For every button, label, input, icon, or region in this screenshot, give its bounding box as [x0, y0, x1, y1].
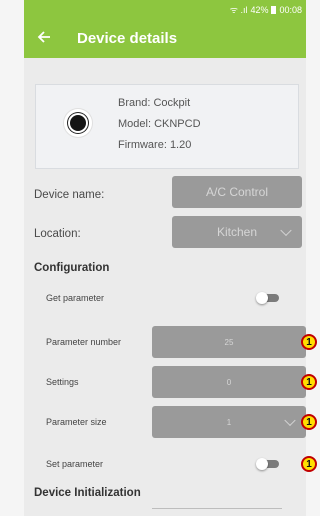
back-arrow-icon[interactable] [37, 30, 53, 48]
parameter-size-label: Parameter size [46, 417, 107, 427]
device-brand: Brand: Cockpit [118, 97, 191, 109]
parameter-size-select[interactable]: 1 [152, 406, 306, 438]
device-icon [64, 109, 92, 137]
signal-icon: ᯤ .ıl [229, 5, 248, 15]
chevron-down-icon [284, 414, 296, 427]
device-info-card: Brand: Cockpit Model: CKNPCD Firmware: 1… [35, 84, 299, 169]
battery-icon [271, 5, 277, 14]
get-parameter-label: Get parameter [46, 293, 105, 303]
annotation-badge: 1 [301, 334, 317, 350]
settings-label: Settings [46, 377, 79, 387]
phone-screen: ᯤ .ıl 42% 00:08 Device details Brand: Co… [24, 0, 306, 516]
location-select[interactable]: Kitchen [172, 216, 302, 248]
page-title: Device details [77, 30, 178, 47]
device-model: Model: CKNPCD [118, 118, 201, 130]
device-name-label: Device name: [34, 189, 105, 201]
chevron-down-icon [280, 224, 292, 237]
annotation-badge: 1 [301, 414, 317, 430]
set-parameter-label: Set parameter [46, 459, 104, 469]
parameter-number-label: Parameter number [46, 337, 122, 347]
settings-input[interactable]: 0 [152, 366, 306, 398]
set-parameter-toggle[interactable] [256, 458, 280, 470]
parameter-size-value: 1 [226, 417, 232, 427]
annotation-badge: 1 [301, 456, 317, 472]
device-initialization-heading: Device Initialization [34, 487, 141, 499]
app-bar: Device details [24, 19, 306, 58]
configuration-heading: Configuration [34, 262, 110, 274]
clock: 00:08 [279, 4, 302, 15]
get-parameter-toggle[interactable] [256, 292, 280, 304]
battery-percent: 42% [250, 4, 269, 15]
status-bar: ᯤ .ıl 42% 00:08 [24, 0, 306, 19]
location-value: Kitchen [216, 225, 258, 239]
device-firmware: Firmware: 1.20 [118, 139, 192, 151]
location-label: Location: [34, 228, 81, 240]
parameter-number-input[interactable]: 25 [152, 326, 306, 358]
annotation-badge: 1 [301, 374, 317, 390]
device-name-input[interactable]: A/C Control [172, 176, 302, 208]
divider [152, 508, 282, 509]
